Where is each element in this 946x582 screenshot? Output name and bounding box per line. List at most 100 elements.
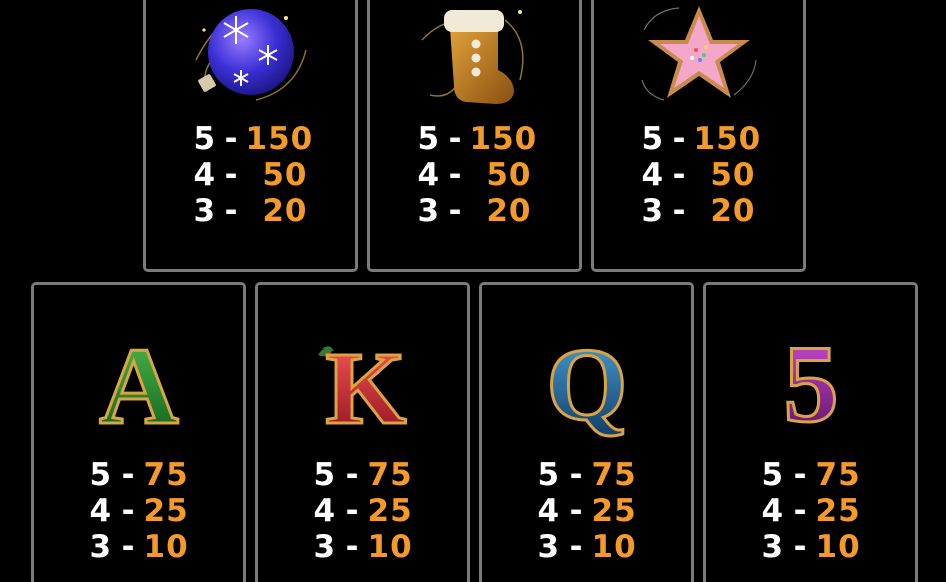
letter-k-icon: K <box>317 330 408 445</box>
payout-row: 4-25 <box>314 493 412 529</box>
match-count: 4 <box>761 493 785 529</box>
payout-list: 5-150 4-50 3-20 <box>370 121 579 229</box>
payout-amount: 75 <box>591 457 637 493</box>
match-count: 3 <box>761 529 785 565</box>
letter-k-glyph: K <box>325 331 406 445</box>
match-count: 5 <box>417 121 441 157</box>
payout-list: 5-150 4-50 3-20 <box>594 121 803 229</box>
payout-amount: 150 <box>693 121 762 157</box>
payout-amount: 75 <box>815 457 861 493</box>
separator-dash: - <box>672 193 687 229</box>
payout-row: 5-75 <box>538 457 636 493</box>
payout-row: 4-25 <box>90 493 188 529</box>
payout-row: 4-25 <box>538 493 636 529</box>
payout-list: 5-75 4-25 3-10 <box>258 457 467 565</box>
payout-row: 3-20 <box>418 193 532 229</box>
payout-row: 3-10 <box>762 529 860 565</box>
letter-a-glyph: A <box>99 325 178 445</box>
match-count: 5 <box>193 121 217 157</box>
payout-row: 3-10 <box>538 529 636 565</box>
payout-list: 5-75 4-25 3-10 <box>706 457 915 565</box>
match-count: 4 <box>193 157 217 193</box>
separator-dash: - <box>672 157 687 193</box>
separator-dash: - <box>793 493 808 529</box>
payout-amount: 75 <box>143 457 189 493</box>
payout-amount: 50 <box>710 157 756 193</box>
payout-row: 3-20 <box>194 193 308 229</box>
separator-dash: - <box>569 529 584 565</box>
payout-amount: 75 <box>367 457 413 493</box>
match-count: 4 <box>417 157 441 193</box>
payout-row: 4-25 <box>762 493 860 529</box>
separator-dash: - <box>345 457 360 493</box>
blue-ornament-icon <box>194 9 307 101</box>
match-count: 3 <box>313 529 337 565</box>
match-count: 4 <box>537 493 561 529</box>
payout-amount: 25 <box>143 493 189 529</box>
payout-amount: 10 <box>815 529 861 565</box>
payout-amount: 20 <box>486 193 532 229</box>
separator-dash: - <box>569 457 584 493</box>
payout-row: 4-50 <box>194 157 308 193</box>
separator-dash: - <box>448 193 463 229</box>
paytable-card-star-cookie: 5-150 4-50 3-20 <box>591 0 806 272</box>
match-count: 3 <box>89 529 113 565</box>
payout-amount: 10 <box>143 529 189 565</box>
payout-list: 5-150 4-50 3-20 <box>146 121 355 229</box>
payout-row: 3-10 <box>314 529 412 565</box>
separator-dash: - <box>224 193 239 229</box>
payout-list: 5-75 4-25 3-10 <box>34 457 243 565</box>
payout-amount: 25 <box>591 493 637 529</box>
letter-q-icon: Q <box>545 326 629 444</box>
match-count: 3 <box>417 193 441 229</box>
separator-dash: - <box>448 157 463 193</box>
payout-amount: 50 <box>262 157 308 193</box>
payout-amount: 150 <box>245 121 314 157</box>
match-count: 5 <box>313 457 337 493</box>
separator-dash: - <box>793 457 808 493</box>
payout-amount: 10 <box>591 529 637 565</box>
match-count: 3 <box>193 193 217 229</box>
match-count: 4 <box>641 157 665 193</box>
payout-amount: 25 <box>367 493 413 529</box>
payout-amount: 20 <box>262 193 308 229</box>
match-count: 3 <box>641 193 665 229</box>
separator-dash: - <box>345 529 360 565</box>
payout-list: 5-75 4-25 3-10 <box>482 457 691 565</box>
payout-row: 5-150 <box>417 121 537 157</box>
match-count: 3 <box>537 529 561 565</box>
payout-row: 5-150 <box>642 121 762 157</box>
separator-dash: - <box>121 493 136 529</box>
match-count: 4 <box>313 493 337 529</box>
payout-row: 3-20 <box>642 193 756 229</box>
paytable-card-a: A 5-75 4-25 3-10 <box>31 282 246 582</box>
separator-dash: - <box>569 493 584 529</box>
match-count: 5 <box>537 457 561 493</box>
payout-amount: 10 <box>367 529 413 565</box>
separator-dash: - <box>121 529 136 565</box>
paytable-card-k: K 5-75 4-25 3-10 <box>255 282 470 582</box>
match-count: 4 <box>89 493 113 529</box>
number-5-glyph: 5 <box>783 325 838 445</box>
payout-row: 5-150 <box>193 121 314 157</box>
payout-row: 5-75 <box>762 457 860 493</box>
separator-dash: - <box>448 121 463 157</box>
payout-amount: 20 <box>710 193 756 229</box>
letter-q-glyph: Q <box>546 327 627 442</box>
payout-row: 3-10 <box>90 529 188 565</box>
separator-dash: - <box>793 529 808 565</box>
payout-amount: 50 <box>486 157 532 193</box>
payout-row: 4-50 <box>418 157 532 193</box>
payout-row: 5-75 <box>90 457 188 493</box>
separator-dash: - <box>345 493 360 529</box>
paytable-card-stocking: 5-150 4-50 3-20 <box>367 0 582 272</box>
separator-dash: - <box>224 121 239 157</box>
match-count: 5 <box>89 457 113 493</box>
payout-row: 4-50 <box>642 157 756 193</box>
star-cookie-icon <box>640 6 757 101</box>
payout-row: 5-75 <box>314 457 412 493</box>
stocking-icon <box>420 10 524 104</box>
separator-dash: - <box>672 121 687 157</box>
paytable-card-q: Q 5-75 4-25 3-10 <box>479 282 694 582</box>
paytable-card-ornament: 5-150 4-50 3-20 <box>143 0 358 272</box>
